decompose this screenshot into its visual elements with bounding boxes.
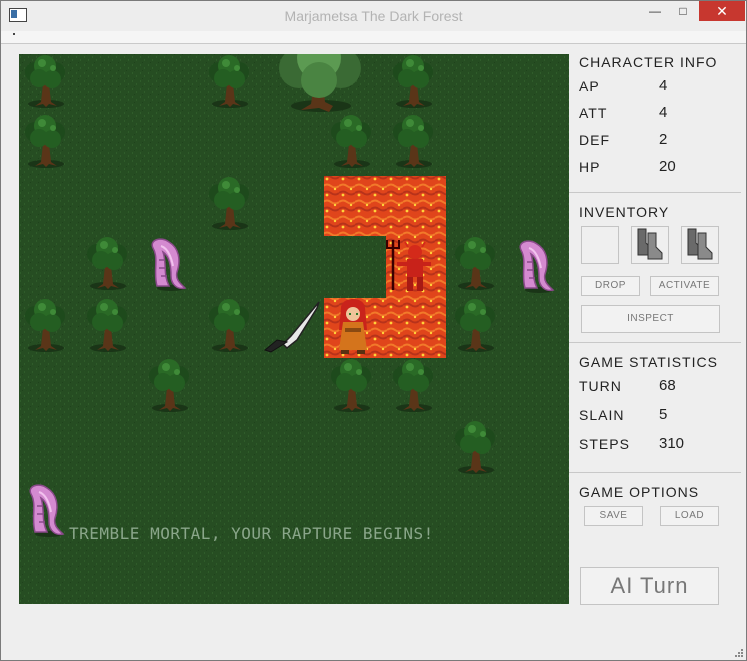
stat-def-value: 2 [659,131,668,148]
inventory-slot-empty[interactable] [581,226,619,264]
inventory-slot-boots[interactable] [681,226,719,264]
inventory-title: INVENTORY [579,204,670,220]
resize-grip-icon[interactable] [735,649,743,657]
stat-slain-label: SLAIN [579,407,625,423]
title-bar: Marjametsa The Dark Forest — □ ✕ [1,1,746,31]
section-divider [569,342,741,343]
drop-button[interactable]: DROP [581,276,640,296]
game-statistics-section: GAME STATISTICS TURN 68 SLAIN 5 STEPS 31… [569,354,741,472]
ai-turn-button[interactable]: AI Turn [580,567,719,605]
menu-bar [1,31,746,44]
minimize-button[interactable]: — [641,1,669,21]
load-button[interactable]: LOAD [660,506,719,526]
inventory-slot-boots[interactable] [631,226,669,264]
inventory-section: INVENTORY DROP ACTIVATE INSPECT [569,204,741,344]
activate-button[interactable]: ACTIVATE [650,276,719,296]
side-panel: CHARACTER INFO AP 4 ATT 4 DEF 2 HP 20 IN… [569,54,741,605]
section-divider [569,472,741,473]
maximize-button[interactable]: □ [669,1,697,21]
game-statistics-title: GAME STATISTICS [579,354,718,370]
stat-hp-label: HP [579,159,601,175]
game-options-title: GAME OPTIONS [579,484,700,500]
stat-turn-label: TURN [579,378,622,394]
inspect-button[interactable]: INSPECT [581,305,720,333]
character-info-section: CHARACTER INFO AP 4 ATT 4 DEF 2 HP 20 [569,54,741,192]
boots-icon [687,228,713,260]
stat-slain-value: 5 [659,406,668,423]
boots-icon [637,228,663,260]
stat-steps-value: 310 [659,435,685,452]
save-button[interactable]: SAVE [584,506,643,526]
game-message: TREMBLE MORTAL, YOUR RAPTURE BEGINS! [69,524,434,543]
character-info-title: CHARACTER INFO [579,54,718,70]
menu-handle[interactable] [13,33,15,35]
stat-steps-label: STEPS [579,436,630,452]
board-canvas [19,54,569,604]
stat-ap-value: 4 [659,77,668,94]
stat-att-label: ATT [579,105,608,121]
close-button[interactable]: ✕ [699,1,745,21]
game-board[interactable]: TREMBLE MORTAL, YOUR RAPTURE BEGINS! [19,54,569,604]
player-character[interactable] [339,299,367,354]
window-title: Marjametsa The Dark Forest [284,8,463,24]
section-divider [569,192,741,193]
game-window: Marjametsa The Dark Forest — □ ✕ TREMBLE… [0,0,747,661]
game-options-section: GAME OPTIONS SAVE LOAD [569,484,741,554]
stat-def-label: DEF [579,132,610,148]
stat-turn-value: 68 [659,377,676,394]
stat-hp-value: 20 [659,158,676,175]
stat-ap-label: AP [579,78,600,94]
stat-att-value: 4 [659,104,668,121]
